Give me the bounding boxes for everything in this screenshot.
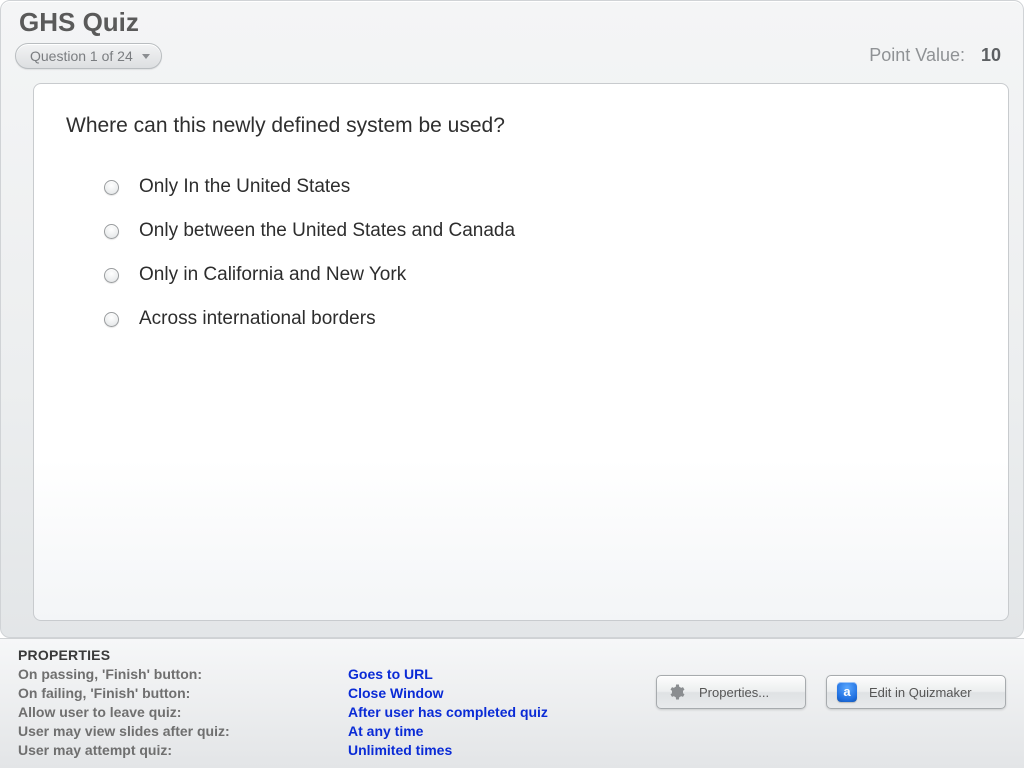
properties-heading: PROPERTIES xyxy=(18,647,1006,663)
point-value: 10 xyxy=(981,45,1001,66)
radio-icon xyxy=(104,224,119,239)
radio-icon xyxy=(104,180,119,195)
property-key: On passing, 'Finish' button: xyxy=(18,665,348,684)
question-text: Where can this newly defined system be u… xyxy=(66,114,505,138)
quiz-title: GHS Quiz xyxy=(19,7,139,38)
option-label: Across international borders xyxy=(139,308,376,330)
edit-in-quizmaker-button[interactable]: a Edit in Quizmaker xyxy=(826,675,1006,709)
properties-panel: PROPERTIES On passing, 'Finish' button: … xyxy=(0,638,1024,768)
options-list: Only In the United States Only between t… xyxy=(104,176,515,352)
property-value: Goes to URL xyxy=(348,665,433,684)
radio-icon xyxy=(104,312,119,327)
quiz-panel: GHS Quiz Question 1 of 24 Point Value: 1… xyxy=(0,0,1024,638)
question-card: Where can this newly defined system be u… xyxy=(33,83,1009,621)
option-label: Only in California and New York xyxy=(139,264,406,286)
option-1[interactable]: Only In the United States xyxy=(104,176,515,198)
question-selector[interactable]: Question 1 of 24 xyxy=(15,43,162,69)
edit-button-label: Edit in Quizmaker xyxy=(869,685,972,700)
chevron-down-icon xyxy=(142,54,150,59)
property-key: Allow user to leave quiz: xyxy=(18,703,348,722)
property-value: At any time xyxy=(348,722,423,741)
property-value: Close Window xyxy=(348,684,444,703)
option-label: Only In the United States xyxy=(139,176,350,198)
property-row: User may attempt quiz: Unlimited times xyxy=(18,741,1006,760)
property-key: User may attempt quiz: xyxy=(18,741,348,760)
property-row: User may view slides after quiz: At any … xyxy=(18,722,1006,741)
property-key: User may view slides after quiz: xyxy=(18,722,348,741)
quizmaker-app-icon: a xyxy=(837,682,857,702)
option-4[interactable]: Across international borders xyxy=(104,308,515,330)
property-value: Unlimited times xyxy=(348,741,452,760)
property-value: After user has completed quiz xyxy=(348,703,548,722)
option-2[interactable]: Only between the United States and Canad… xyxy=(104,220,515,242)
point-value-label: Point Value: xyxy=(869,45,965,66)
properties-button-label: Properties... xyxy=(699,685,769,700)
radio-icon xyxy=(104,268,119,283)
question-selector-label: Question 1 of 24 xyxy=(30,48,133,64)
option-label: Only between the United States and Canad… xyxy=(139,220,515,242)
option-3[interactable]: Only in California and New York xyxy=(104,264,515,286)
gear-icon xyxy=(667,683,685,701)
property-key: On failing, 'Finish' button: xyxy=(18,684,348,703)
properties-button[interactable]: Properties... xyxy=(656,675,806,709)
